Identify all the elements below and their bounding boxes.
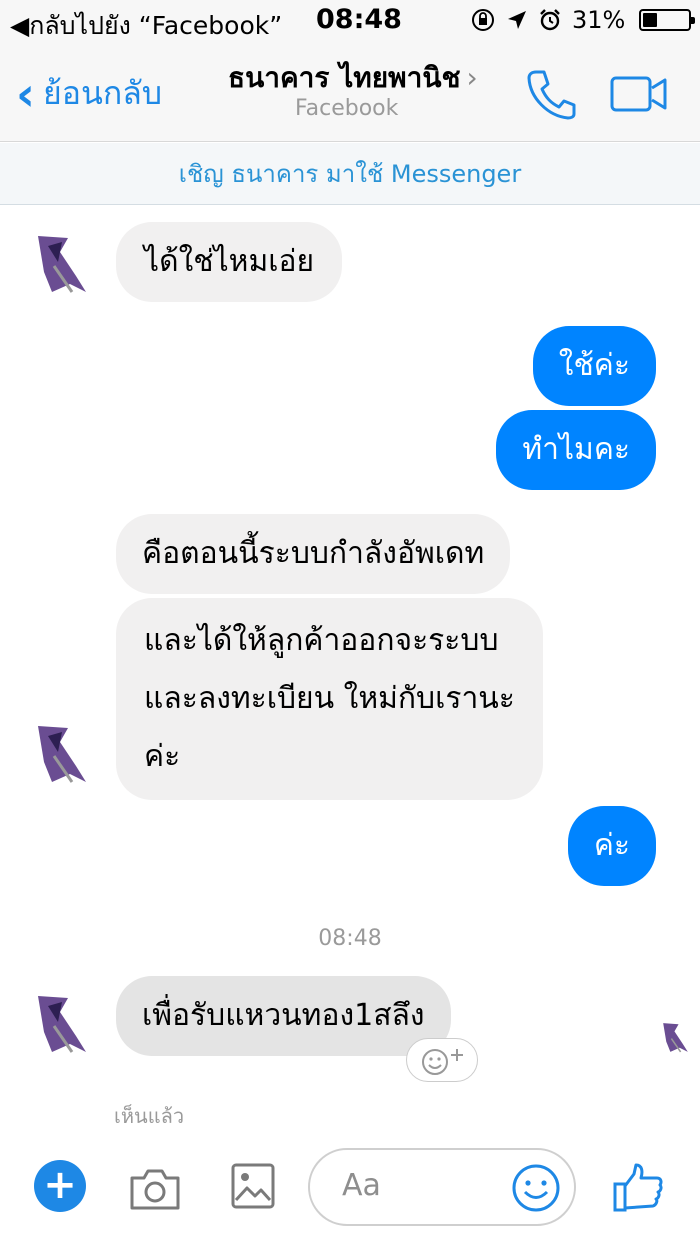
status-time: 08:48 (316, 4, 402, 35)
conversation-header: ‹ ย้อนกลับ ธนาคาร ไทยพานิช › Facebook (0, 42, 700, 142)
phone-icon[interactable] (526, 68, 576, 120)
message-bubble-outgoing[interactable]: ค่ะ (567, 806, 656, 886)
message-line: ค่ะ (144, 739, 181, 774)
back-button-label: ย้อนกลับ (42, 74, 163, 112)
contact-name: ธนาคาร ไทยพานิช (228, 61, 461, 94)
camera-icon[interactable] (128, 1166, 182, 1212)
avatar-image (38, 236, 86, 293)
add-reaction-button[interactable] (406, 1038, 478, 1082)
read-receipt-avatar (656, 1016, 696, 1056)
message-toolbar: + Aa (0, 1146, 700, 1244)
message-input-placeholder: Aa (342, 1168, 381, 1203)
status-icons: 31% (470, 6, 696, 34)
message-line: และได้ให้ลูกค้าออกจะระบบ (144, 623, 499, 658)
conversation-title[interactable]: ธนาคาร ไทยพานิช › (228, 56, 478, 100)
seen-label: เห็นแล้ว (114, 1104, 185, 1128)
message-bubble-incoming[interactable]: ได้ใช่ไหมเอ่ย (116, 222, 343, 302)
rotation-lock-icon (472, 9, 494, 31)
message-bubble-incoming[interactable]: เพื่อรับแหวนทอง1สลึง (116, 976, 451, 1056)
contact-avatar[interactable] (24, 222, 102, 300)
location-arrow-icon (508, 11, 526, 29)
smiley-icon[interactable] (510, 1162, 562, 1214)
message-timestamp: 08:48 (318, 926, 382, 951)
message-input[interactable]: Aa (308, 1148, 576, 1226)
back-button[interactable]: ‹ ย้อนกลับ (16, 68, 162, 119)
video-icon[interactable] (610, 76, 668, 112)
add-reaction-icon (422, 1049, 463, 1075)
avatar-image (38, 726, 86, 783)
message-bubble-incoming[interactable]: และได้ให้ลูกค้าออกจะระบบ และลงทะเบียน ให… (116, 598, 543, 800)
battery-icon (639, 9, 696, 31)
chevron-left-icon: ‹ (16, 66, 35, 121)
message-line: และลงทะเบียน ใหม่กับเรานะ (144, 681, 515, 716)
chevron-right-icon: › (466, 61, 478, 94)
invite-banner[interactable]: เชิญ ธนาคาร มาใช้ Messenger (0, 143, 700, 205)
avatar-image (663, 1023, 688, 1053)
return-to-facebook-link[interactable]: ◀กลับไปยัง “Facebook” (10, 6, 282, 46)
battery-percent: 31% (572, 6, 626, 34)
thumbs-up-icon[interactable] (612, 1162, 664, 1214)
message-bubble-incoming[interactable]: คือตอนนี้ระบบกำลังอัพเดท (116, 514, 511, 594)
avatar-image (38, 996, 86, 1053)
battery-level-fill (643, 13, 657, 27)
image-icon[interactable] (230, 1162, 276, 1210)
message-bubble-outgoing[interactable]: ใช้ค่ะ (532, 326, 656, 406)
contact-avatar[interactable] (24, 982, 102, 1060)
conversation-subtitle: Facebook (295, 96, 399, 121)
plus-icon[interactable]: + (34, 1160, 86, 1212)
message-bubble-outgoing[interactable]: ทำไมคะ (496, 410, 656, 490)
contact-avatar[interactable] (24, 712, 102, 790)
alarm-clock-icon (540, 9, 560, 31)
status-bar: ◀กลับไปยัง “Facebook” 08:48 31% (0, 0, 700, 42)
